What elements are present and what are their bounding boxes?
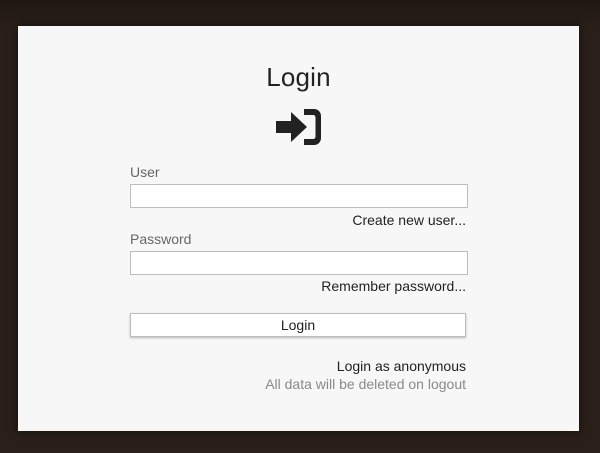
sign-in-icon — [276, 109, 321, 145]
anonymous-note: All data will be deleted on logout — [265, 376, 466, 392]
login-anonymous-link[interactable]: Login as anonymous — [337, 358, 466, 374]
password-label: Password — [130, 231, 192, 247]
password-input[interactable] — [130, 251, 468, 275]
login-screen: Login User Create new user... Password R… — [0, 0, 600, 453]
user-label: User — [130, 164, 160, 180]
login-panel: Login User Create new user... Password R… — [18, 26, 579, 431]
page-title: Login — [266, 62, 331, 92]
login-button[interactable]: Login — [130, 313, 466, 337]
create-new-user-link[interactable]: Create new user... — [352, 212, 466, 228]
user-input[interactable] — [130, 184, 468, 208]
remember-password-link[interactable]: Remember password... — [321, 278, 466, 294]
